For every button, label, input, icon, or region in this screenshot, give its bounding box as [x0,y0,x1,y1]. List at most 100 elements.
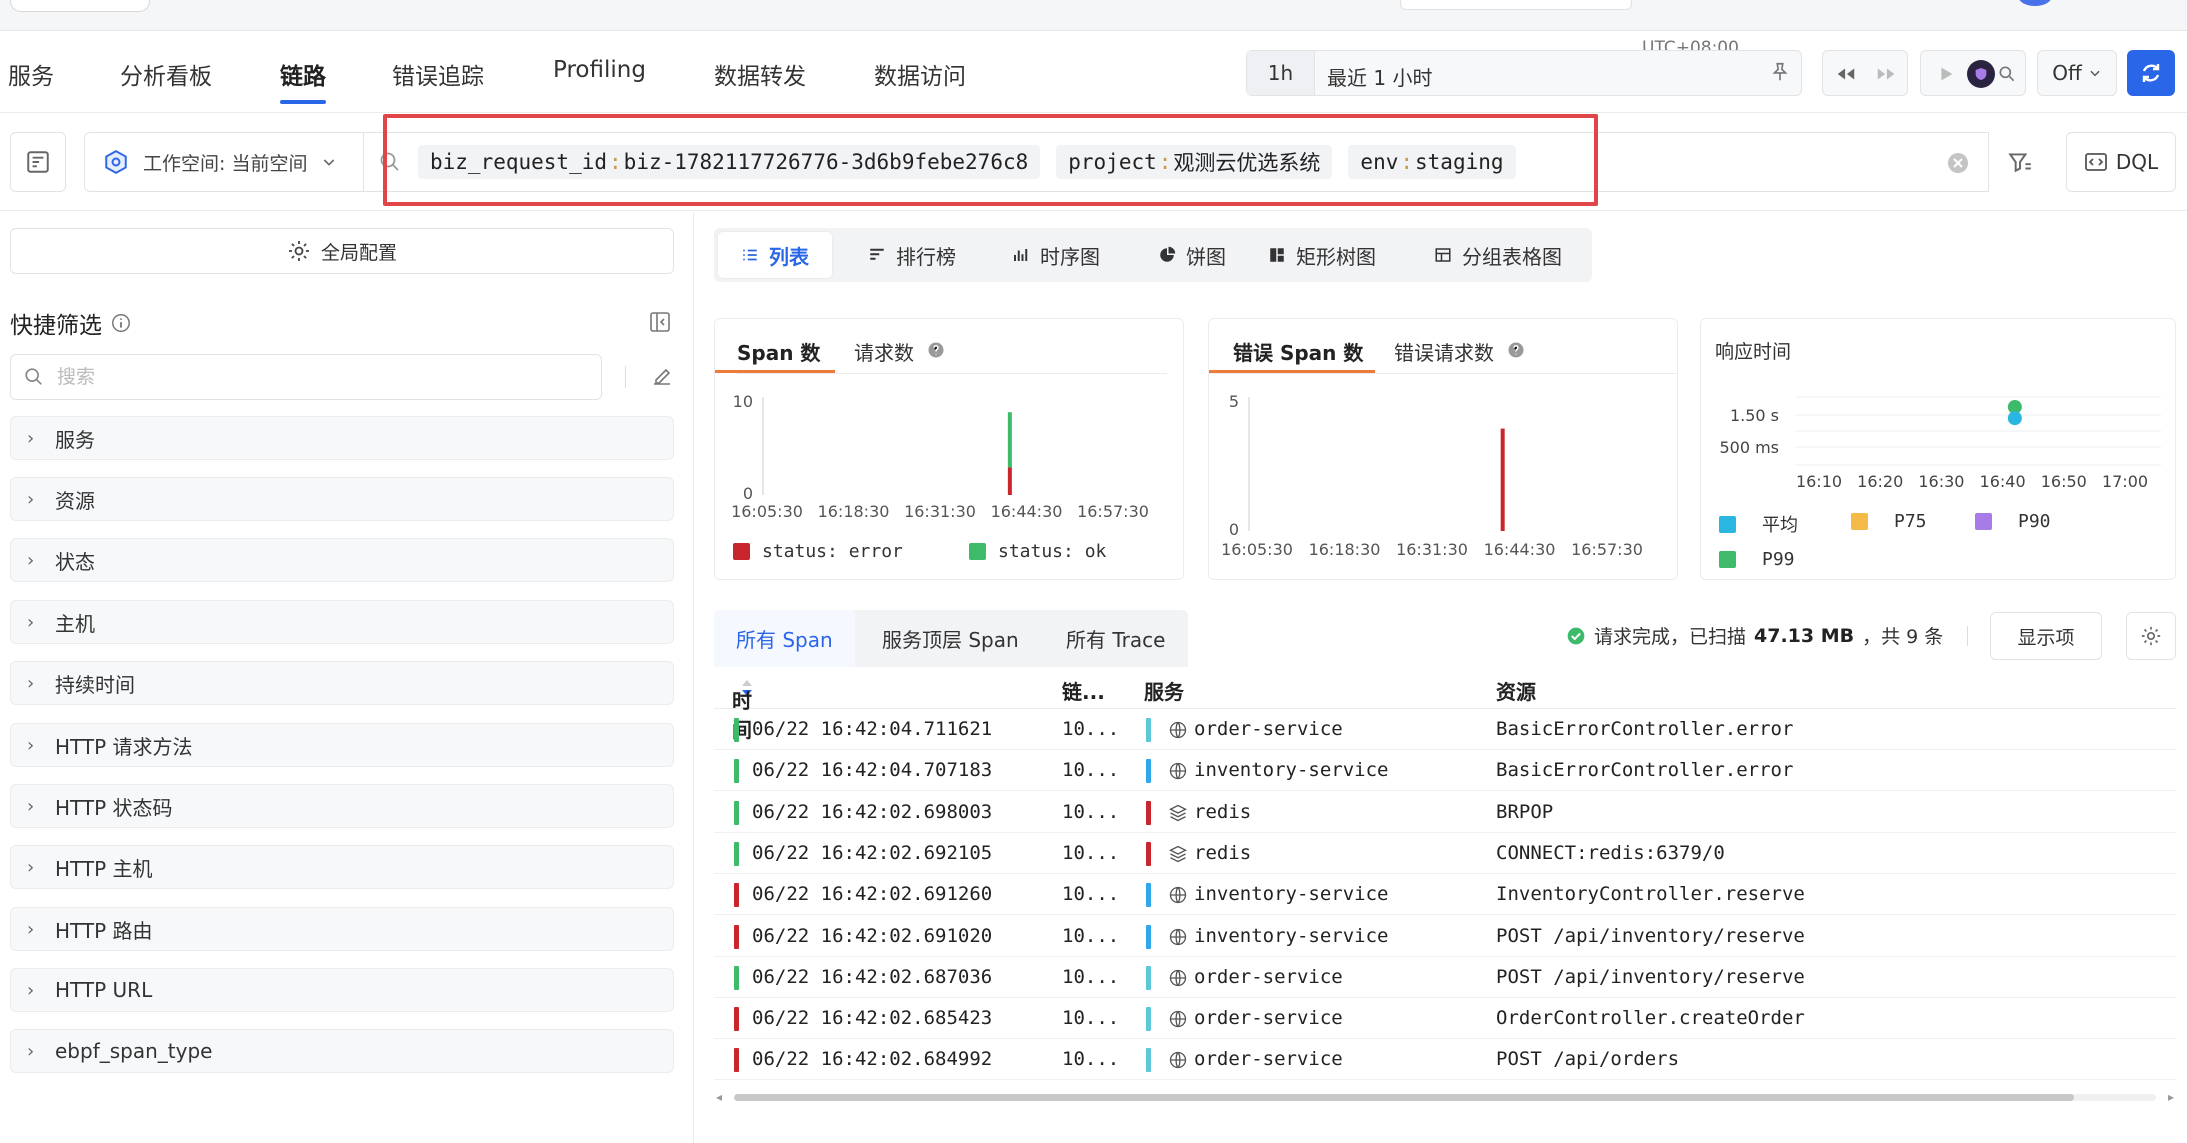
cell-trace[interactable]: 10... [1062,718,1119,740]
facet-ebpf-span-type[interactable]: › ebpf_span_type [10,1029,674,1073]
scroll-thumb[interactable] [734,1094,2074,1101]
cell-resource[interactable]: POST /api/orders [1496,1048,1679,1070]
facet-http-host[interactable]: › HTTP 主机 [10,845,674,889]
request-count-tab[interactable]: 请求数 [854,337,914,366]
facet-http-url[interactable]: › HTTP URL [10,968,674,1012]
help-icon[interactable] [927,341,945,359]
dql-button[interactable]: DQL [2066,132,2176,192]
nav-tab-profiling[interactable]: Profiling [553,57,646,83]
cell-service[interactable]: redis [1194,842,1251,864]
legend-status-error[interactable]: status: error [733,541,903,562]
legend-p75[interactable]: P75 [1851,511,1927,532]
pin-icon[interactable] [1769,61,1791,83]
table-row[interactable]: 06/22 16:42:02.692105 10... redis CONNECT:r… [714,833,2176,874]
viz-tab-timeseries[interactable]: 时序图 [998,232,1114,278]
cell-service[interactable]: order-service [1194,718,1343,740]
scroll-left-icon[interactable]: ◂ [716,1090,722,1104]
legend-avg[interactable]: 平均 [1719,511,1798,537]
info-icon[interactable] [110,312,132,334]
collapse-sidebar-icon[interactable] [648,310,672,334]
avatar[interactable] [2018,0,2052,6]
filter-settings-button[interactable] [1998,132,2042,192]
nav-tab-data-forwarding[interactable]: 数据转发 [714,57,806,91]
table-row[interactable]: 06/22 16:42:02.691020 10... inventory-serv… [714,916,2176,957]
refresh-button[interactable] [2127,50,2175,96]
cell-trace[interactable]: 10... [1062,1048,1119,1070]
facet-service[interactable]: › 服务 [10,416,674,460]
table-row[interactable]: 06/22 16:42:04.707183 10... inventory-serv… [714,750,2176,792]
cell-resource[interactable]: InventoryController.reserve [1496,883,1805,905]
span-count-tab[interactable]: Span 数 [737,337,820,366]
cell-resource[interactable]: CONNECT:redis:6379/0 [1496,842,1725,864]
quick-filter-search-input[interactable] [57,366,577,388]
cell-trace[interactable]: 10... [1062,966,1119,988]
facet-duration[interactable]: › 持续时间 [10,661,674,705]
cell-trace[interactable]: 10... [1062,842,1119,864]
workspace-select[interactable]: 工作空间: 当前空间 [84,132,364,192]
duration-label[interactable]: 1h [1247,51,1315,95]
table-row[interactable]: 06/22 16:42:02.698003 10... redis BRPOP [714,792,2176,833]
table-row[interactable]: 06/22 16:42:02.684992 10... order-service P… [714,1039,2176,1081]
cell-trace[interactable]: 10... [1062,883,1119,905]
cell-resource[interactable]: OrderController.createOrder [1496,1007,1805,1029]
horizontal-scrollbar[interactable]: ◂ ▸ [714,1090,2176,1104]
viz-tab-list[interactable]: 列表 [718,232,832,278]
facet-resource[interactable]: › 资源 [10,477,674,521]
edit-icon[interactable] [650,364,674,388]
legend-status-ok[interactable]: status: ok [969,541,1106,562]
legend-p90[interactable]: P90 [1975,511,2051,532]
viz-tab-toplist[interactable]: 排行榜 [854,232,970,278]
cell-trace[interactable]: 10... [1062,801,1119,823]
cell-service[interactable]: order-service [1194,1048,1343,1070]
extension-shield-icon[interactable] [1967,60,1995,88]
table-row[interactable]: 06/22 16:42:02.691260 10... inventory-serv… [714,874,2176,916]
facet-http-route[interactable]: › HTTP 路由 [10,907,674,951]
tab-service-top-spans[interactable]: 服务顶层 Span [860,610,1041,667]
rewind-icon[interactable] [1835,63,1857,85]
clear-icon[interactable] [1946,151,1970,175]
table-row[interactable]: 06/22 16:42:04.711621 10... order-service B… [714,709,2176,750]
nav-tab-error-tracking[interactable]: 错误追踪 [392,57,484,91]
columns-button[interactable]: 显示项 [1990,612,2102,660]
scroll-right-icon[interactable]: ▸ [2168,1090,2174,1104]
facet-status[interactable]: › 状态 [10,538,674,582]
help-icon[interactable] [1507,341,1525,359]
viz-tab-pie[interactable]: 饼图 [1144,232,1240,278]
play-icon[interactable] [1935,63,1957,85]
facet-host[interactable]: › 主机 [10,600,674,644]
search-icon[interactable] [1997,63,2017,85]
top-box[interactable] [1400,0,1632,10]
layout-toggle-button[interactable] [10,132,66,192]
cell-service[interactable]: redis [1194,801,1251,823]
cell-service[interactable]: order-service [1194,966,1343,988]
nav-tab-dashboards[interactable]: 分析看板 [120,57,212,91]
table-settings-button[interactable] [2126,612,2176,660]
cell-resource[interactable]: BasicErrorController.error [1496,718,1793,740]
cell-resource[interactable]: BRPOP [1496,801,1553,823]
nav-tab-traces[interactable]: 链路 [280,57,326,104]
tab-all-spans[interactable]: 所有 Span [714,610,855,667]
viz-tab-grouped-table[interactable]: 分组表格图 [1420,232,1576,278]
time-range-label[interactable]: 最近 1 小时 [1327,62,1432,91]
tab-all-traces[interactable]: 所有 Trace [1044,610,1187,667]
nav-tab-data-access[interactable]: 数据访问 [874,57,966,91]
viz-tab-treemap[interactable]: 矩形树图 [1254,232,1390,278]
column-time[interactable]: 时间 [732,676,754,742]
column-resource[interactable]: 资源 [1496,676,1536,705]
cell-trace[interactable]: 10... [1062,759,1119,781]
error-request-count-tab[interactable]: 错误请求数 [1394,337,1494,366]
auto-refresh-select[interactable]: Off [2037,50,2117,96]
column-trace[interactable]: 链... [1062,676,1105,705]
facet-http-method[interactable]: › HTTP 请求方法 [10,723,674,767]
global-config-button[interactable]: 全局配置 [10,228,674,274]
cell-service[interactable]: inventory-service [1194,759,1388,781]
cell-service[interactable]: order-service [1194,1007,1343,1029]
legend-p99[interactable]: P99 [1719,549,1795,570]
table-row[interactable]: 06/22 16:42:02.687036 10... order-service P… [714,957,2176,998]
cell-service[interactable]: inventory-service [1194,883,1388,905]
column-service[interactable]: 服务 [1144,676,1184,705]
cell-resource[interactable]: POST /api/inventory/reserve [1496,925,1805,947]
fast-forward-icon[interactable] [1875,63,1897,85]
cell-resource[interactable]: POST /api/inventory/reserve [1496,966,1805,988]
facet-http-status[interactable]: › HTTP 状态码 [10,784,674,828]
